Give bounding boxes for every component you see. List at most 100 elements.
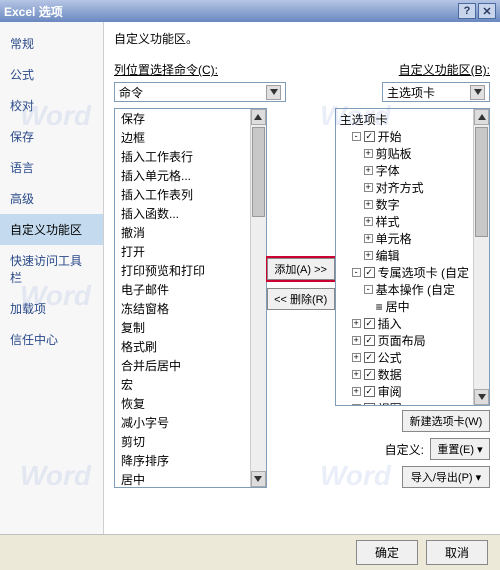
expand-icon[interactable]: - xyxy=(352,132,361,141)
tree-item[interactable]: -基本操作 (自定 xyxy=(362,281,471,298)
ok-button[interactable]: 确定 xyxy=(356,540,418,565)
checkbox[interactable]: ✓ xyxy=(364,318,375,329)
ribbon-target-combo[interactable]: 主选项卡 xyxy=(382,82,490,102)
remove-button[interactable]: << 删除(R) xyxy=(267,288,335,310)
import-export-button[interactable]: 导入/导出(P) ▾ xyxy=(402,466,490,488)
expand-icon[interactable]: + xyxy=(352,336,361,345)
tree-item[interactable]: +剪贴板 xyxy=(362,145,471,162)
expand-icon[interactable]: - xyxy=(352,268,361,277)
reset-button[interactable]: 重置(E) ▾ xyxy=(430,438,490,460)
checkbox[interactable]: ✓ xyxy=(364,335,375,346)
scroll-down[interactable] xyxy=(474,389,489,405)
tree-item[interactable]: +字体 xyxy=(362,162,471,179)
sidebar-item-6[interactable]: 自定义功能区 xyxy=(0,214,103,245)
list-item[interactable]: 插入工作表列 xyxy=(115,185,250,204)
tree-item[interactable]: +样式 xyxy=(362,213,471,230)
sidebar-item-0[interactable]: 常规 xyxy=(0,28,103,59)
expand-icon[interactable]: + xyxy=(352,404,361,405)
scroll-up[interactable] xyxy=(251,109,266,125)
checkbox[interactable]: ✓ xyxy=(364,352,375,363)
scroll-thumb[interactable] xyxy=(252,127,265,217)
expand-icon[interactable]: + xyxy=(364,251,373,260)
tree-label: 字体 xyxy=(376,162,400,179)
checkbox[interactable]: ✓ xyxy=(364,386,375,397)
checkbox[interactable]: ✓ xyxy=(364,131,375,142)
expand-icon[interactable]: + xyxy=(364,149,373,158)
tree-item[interactable]: +数字 xyxy=(362,196,471,213)
expand-icon[interactable]: + xyxy=(352,319,361,328)
list-item[interactable]: 剪切 xyxy=(115,432,250,451)
commands-list[interactable]: 保存边框插入工作表行插入单元格...插入工作表列插入函数...撤消打开打印预览和… xyxy=(114,108,267,488)
scrollbar[interactable] xyxy=(250,109,266,487)
expand-icon[interactable]: + xyxy=(364,234,373,243)
expand-icon[interactable]: + xyxy=(364,183,373,192)
scroll-thumb[interactable] xyxy=(475,127,488,237)
sidebar-item-5[interactable]: 高级 xyxy=(0,183,103,214)
tree-item[interactable]: +✓视图 xyxy=(350,400,471,405)
list-item[interactable]: 居中 xyxy=(115,470,250,487)
sidebar-item-4[interactable]: 语言 xyxy=(0,152,103,183)
tree-item[interactable]: ≡居中 xyxy=(374,298,471,315)
new-tab-button[interactable]: 新建选项卡(W) xyxy=(402,410,490,432)
list-item[interactable]: 冻结窗格 xyxy=(115,299,250,318)
list-item[interactable]: 降序排序 xyxy=(115,451,250,470)
expand-icon[interactable]: + xyxy=(352,353,361,362)
list-item[interactable]: 合并后居中 xyxy=(115,356,250,375)
scroll-up[interactable] xyxy=(474,109,489,125)
list-item[interactable]: 宏 xyxy=(115,375,250,394)
sidebar-item-8[interactable]: 加载项 xyxy=(0,293,103,324)
checkbox[interactable]: ✓ xyxy=(364,267,375,278)
tree-label: 剪贴板 xyxy=(376,145,412,162)
ribbon-tree[interactable]: 主选项卡 -✓开始+剪贴板+字体+对齐方式+数字+样式+单元格+编辑-✓专属选项… xyxy=(335,108,490,406)
list-item[interactable]: 减小字号 xyxy=(115,413,250,432)
sidebar-item-3[interactable]: 保存 xyxy=(0,121,103,152)
tree-item[interactable]: -✓开始 xyxy=(350,128,471,145)
list-item[interactable]: 打开 xyxy=(115,242,250,261)
list-item[interactable]: 插入函数... xyxy=(115,204,250,223)
list-item[interactable]: 恢复 xyxy=(115,394,250,413)
tree-item[interactable]: +✓数据 xyxy=(350,366,471,383)
expand-icon[interactable]: + xyxy=(352,387,361,396)
list-item[interactable]: 插入单元格... xyxy=(115,166,250,185)
checkbox[interactable]: ✓ xyxy=(364,369,375,380)
tree-item[interactable]: +对齐方式 xyxy=(362,179,471,196)
sidebar-item-2[interactable]: 校对 xyxy=(0,90,103,121)
list-item[interactable]: 格式刷 xyxy=(115,337,250,356)
tree-item[interactable]: +✓审阅 xyxy=(350,383,471,400)
scroll-down[interactable] xyxy=(251,471,266,487)
tree-item[interactable]: +✓页面布局 xyxy=(350,332,471,349)
sidebar-item-9[interactable]: 信任中心 xyxy=(0,324,103,355)
scrollbar[interactable] xyxy=(473,109,489,405)
expand-icon[interactable]: + xyxy=(364,200,373,209)
commands-from-combo[interactable]: 命令 xyxy=(114,82,286,102)
sidebar-item-1[interactable]: 公式 xyxy=(0,59,103,90)
tree-item[interactable]: +单元格 xyxy=(362,230,471,247)
checkbox[interactable]: ✓ xyxy=(364,403,375,405)
item-icon: ≡ xyxy=(376,300,383,314)
list-item[interactable]: 撤消 xyxy=(115,223,250,242)
cancel-button[interactable]: 取消 xyxy=(426,540,488,565)
tree-item[interactable]: -✓专属选项卡 (自定 xyxy=(350,264,471,281)
tree-label: 插入 xyxy=(378,315,402,332)
tree-item[interactable]: +✓插入 xyxy=(350,315,471,332)
list-item[interactable]: 插入工作表行 xyxy=(115,147,250,166)
add-button[interactable]: 添加(A) >> xyxy=(267,258,335,280)
tree-item[interactable]: +编辑 xyxy=(362,247,471,264)
expand-icon[interactable]: - xyxy=(364,285,373,294)
list-item[interactable]: 打印预览和打印 xyxy=(115,261,250,280)
list-item[interactable]: 复制 xyxy=(115,318,250,337)
expand-icon[interactable]: + xyxy=(352,370,361,379)
page-title: 自定义功能区。 xyxy=(114,30,490,47)
sidebar-item-7[interactable]: 快速访问工具栏 xyxy=(0,245,103,293)
expand-icon[interactable]: + xyxy=(364,217,373,226)
customize-ribbon-label: 自定义功能区(B): xyxy=(399,61,490,78)
list-item[interactable]: 边框 xyxy=(115,128,250,147)
list-item[interactable]: 电子邮件 xyxy=(115,280,250,299)
expand-icon[interactable]: + xyxy=(364,166,373,175)
close-button[interactable]: ✕ xyxy=(478,3,496,19)
tree-header: 主选项卡 xyxy=(338,111,471,128)
list-item[interactable]: 保存 xyxy=(115,109,250,128)
help-button[interactable]: ? xyxy=(458,3,476,19)
chevron-down-icon xyxy=(470,85,485,100)
tree-item[interactable]: +✓公式 xyxy=(350,349,471,366)
